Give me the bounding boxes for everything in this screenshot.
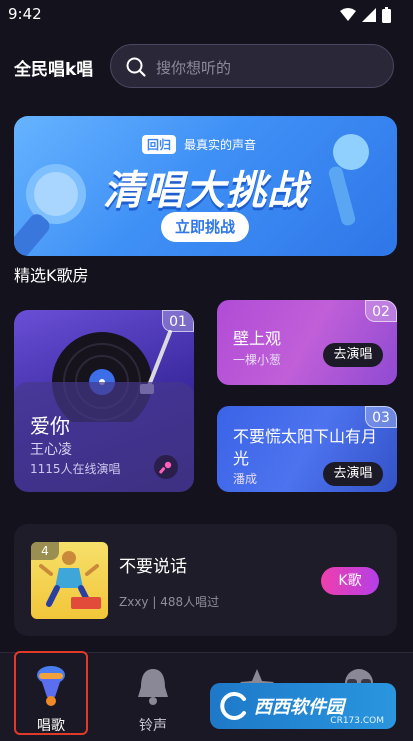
banner-tag-row: 回归 最真实的声音 [142, 133, 256, 155]
status-bar: 9:42 [0, 0, 413, 30]
room-singer: 一棵小葱 [233, 353, 282, 367]
k-song-button[interactable]: K歌 [321, 567, 379, 595]
go-sing-button[interactable]: 去演唱 [323, 462, 383, 486]
rank-badge: 02 [365, 300, 397, 322]
featured-song-title: 爱你 [30, 414, 70, 438]
room-song-title: 壁上观 [233, 329, 282, 348]
room-singer: 潘成 [233, 472, 258, 486]
bell-icon [138, 669, 168, 705]
microphone-icon [159, 461, 172, 474]
featured-online-count: 1115人在线演唱 [30, 462, 121, 476]
room-card[interactable]: 02 壁上观 一棵小葱 去演唱 [217, 300, 397, 385]
search-input[interactable]: 搜你想听的 [110, 44, 394, 88]
challenge-banner[interactable]: 回归 最真实的声音 清唱大挑战 立即挑战 [14, 116, 397, 256]
list-song-title: 不要说话 [119, 557, 187, 577]
nav-item-ringtone[interactable]: 铃声 [118, 653, 188, 734]
banner-title: 清唱大挑战 [103, 168, 308, 214]
watermark-sub: CR173.COM [330, 716, 384, 726]
search-icon [126, 57, 146, 77]
logo-icon [220, 692, 246, 720]
app-title: 全民唱k唱 [14, 60, 94, 80]
microphone-icon [37, 666, 65, 706]
go-sing-button[interactable]: 去演唱 [323, 343, 383, 367]
rank-badge: 4 [31, 542, 59, 560]
room-card[interactable]: 03 不要慌太阳下山有月光 潘成 去演唱 [217, 406, 397, 492]
banner-tag: 回归 [142, 134, 177, 154]
nav-label: 唱歌 [37, 718, 65, 734]
rank-badge: 03 [365, 406, 397, 428]
list-song-meta: Zxxy | 488人唱过 [119, 595, 220, 609]
section-title: 精选K歌房 [14, 266, 89, 285]
status-time: 9:42 [8, 5, 42, 23]
wifi-icon [340, 8, 356, 21]
search-placeholder: 搜你想听的 [156, 59, 232, 77]
signal-icon [362, 8, 376, 22]
battery-icon [382, 7, 391, 23]
challenge-button[interactable]: 立即挑战 [161, 212, 249, 242]
album-cover: 4 [31, 542, 108, 619]
nav-item-sing[interactable]: 唱歌 [14, 651, 88, 735]
banner-subtitle: 最真实的声音 [184, 137, 257, 152]
watermark-logo: 西西软件园 CR173.COM [210, 683, 396, 729]
status-icons [340, 7, 391, 23]
list-item[interactable]: 4 不要说话 Zxxy | 488人唱过 K歌 [14, 524, 397, 636]
featured-singer: 王心凌 [30, 442, 72, 458]
sing-mic-button[interactable] [154, 455, 178, 479]
rank-badge: 01 [162, 310, 194, 332]
nav-label: 铃声 [139, 718, 167, 734]
